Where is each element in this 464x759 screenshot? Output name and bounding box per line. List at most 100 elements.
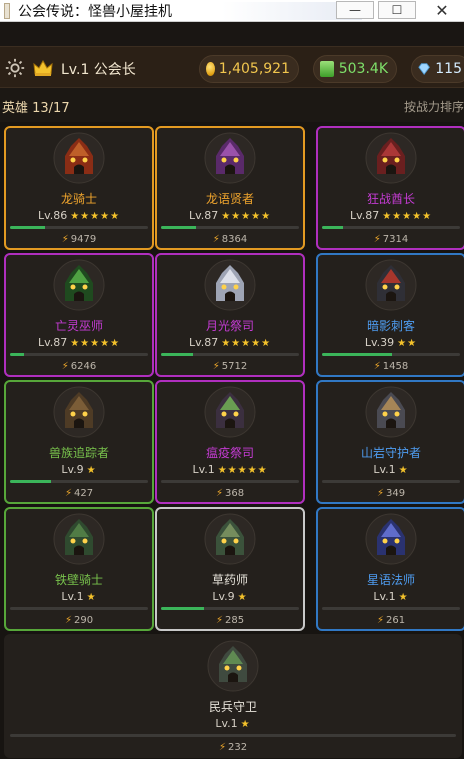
diamond-icon bbox=[418, 63, 430, 75]
exp-progress-bar bbox=[322, 480, 460, 483]
hero-power: ⚡ 1458 bbox=[318, 361, 464, 372]
star-rating-icon: ★★★★★ bbox=[221, 338, 272, 349]
green-gem-icon bbox=[320, 61, 334, 77]
hero-name: 山岩守护者 bbox=[360, 446, 421, 460]
star-rating-icon: ★★★★★ bbox=[217, 465, 268, 476]
hero-level: Lv.87 ★★★★★ bbox=[318, 209, 464, 222]
hero-card[interactable]: 狂战酋长 Lv.87 ★★★★★ ⚡ 7314 bbox=[316, 126, 464, 250]
app-icon bbox=[4, 2, 10, 19]
hero-level-text: Lv.1 bbox=[373, 590, 396, 603]
hero-power-value: 368 bbox=[224, 488, 245, 499]
hero-name: 月光祭司 bbox=[205, 319, 254, 333]
hero-card[interactable]: 兽族追踪者 Lv.9 ★ ⚡ 427 bbox=[4, 380, 154, 504]
hero-level: Lv.86 ★★★★★ bbox=[6, 209, 152, 222]
window-title: 公会传说：怪兽小屋挂机 bbox=[18, 3, 172, 20]
lightning-icon: ⚡ bbox=[64, 615, 72, 626]
hero-level-text: Lv.1 bbox=[61, 590, 84, 603]
hero-count: 英雄 13/17 bbox=[2, 101, 70, 116]
hero-level: Lv.87 ★★★★★ bbox=[6, 336, 152, 349]
hero-power-value: 7314 bbox=[382, 234, 409, 245]
hero-card[interactable]: 星语法师 Lv.1 ★ ⚡ 261 bbox=[316, 507, 464, 631]
hero-card[interactable]: 龙语贤者 Lv.87 ★★★★★ ⚡ 8364 bbox=[155, 126, 305, 250]
hero-level-text: Lv.86 bbox=[37, 209, 68, 222]
hero-level: Lv.9 ★ bbox=[6, 463, 152, 476]
lightning-icon: ⚡ bbox=[212, 234, 220, 245]
hero-level-text: Lv.9 bbox=[61, 463, 84, 476]
hero-power: ⚡ 5712 bbox=[157, 361, 303, 372]
window-controls: — ☐ ✕ bbox=[332, 0, 464, 22]
hero-card[interactable]: 月光祭司 Lv.87 ★★★★★ ⚡ 5712 bbox=[155, 253, 305, 377]
exp-progress-bar bbox=[161, 226, 299, 229]
exp-progress-bar bbox=[10, 480, 148, 483]
hero-level: Lv.87 ★★★★★ bbox=[157, 336, 303, 349]
lightning-icon: ⚡ bbox=[376, 615, 384, 626]
hero-card[interactable]: 山岩守护者 Lv.1 ★ ⚡ 349 bbox=[316, 380, 464, 504]
lightning-icon: ⚡ bbox=[215, 615, 223, 626]
hero-power: ⚡ 368 bbox=[157, 488, 303, 499]
lightning-icon: ⚡ bbox=[373, 234, 381, 245]
lightning-icon: ⚡ bbox=[64, 488, 72, 499]
hero-name: 亡灵巫师 bbox=[54, 319, 103, 333]
lightning-icon: ⚡ bbox=[373, 361, 381, 372]
hero-card[interactable]: 龙骑士 Lv.86 ★★★★★ ⚡ 9479 bbox=[4, 126, 154, 250]
exp-progress-fill bbox=[161, 226, 196, 229]
herb-house-portrait-icon bbox=[204, 513, 256, 565]
stone-tower-house-portrait-icon bbox=[365, 386, 417, 438]
lightning-icon: ⚡ bbox=[218, 742, 226, 753]
gear-icon[interactable] bbox=[4, 57, 26, 79]
hero-name: 铁壁骑士 bbox=[54, 573, 103, 587]
hero-level: Lv.1 ★ bbox=[318, 590, 464, 603]
sort-by-power-button[interactable]: 按战力排序 bbox=[404, 98, 464, 115]
hero-name: 星语法师 bbox=[366, 573, 415, 587]
star-rating-icon: ★ bbox=[398, 592, 409, 603]
red-orc-house-portrait-icon bbox=[365, 132, 417, 184]
hero-power-value: 285 bbox=[224, 615, 245, 626]
exp-progress-bar bbox=[161, 480, 299, 483]
hero-card[interactable]: 暗影刺客 Lv.39 ★★ ⚡ 1458 bbox=[316, 253, 464, 377]
hero-name: 暗影刺客 bbox=[366, 319, 415, 333]
exp-progress-fill bbox=[322, 226, 343, 229]
hero-name: 龙骑士 bbox=[60, 192, 97, 206]
gold-counter[interactable]: 1,405,921 bbox=[199, 55, 299, 83]
hero-power: ⚡ 8364 bbox=[157, 234, 303, 245]
hero-level-text: Lv.87 bbox=[349, 209, 380, 222]
dark-red-eye-house-portrait-icon bbox=[365, 259, 417, 311]
hero-card[interactable]: 铁壁骑士 Lv.1 ★ ⚡ 290 bbox=[4, 507, 154, 631]
hero-power-value: 261 bbox=[385, 615, 406, 626]
hero-power: ⚡ 285 bbox=[157, 615, 303, 626]
hero-name: 草药师 bbox=[211, 573, 248, 587]
green-value: 503.4K bbox=[338, 61, 388, 77]
hero-power-value: 5712 bbox=[221, 361, 248, 372]
hero-power-value: 1458 bbox=[382, 361, 409, 372]
hero-power: ⚡ 261 bbox=[318, 615, 464, 626]
hero-card[interactable]: 瘟疫祭司 Lv.1 ★★★★★ ⚡ 368 bbox=[155, 380, 305, 504]
maximize-button[interactable]: ☐ bbox=[378, 1, 416, 19]
hero-card[interactable]: 草药师 Lv.9 ★ ⚡ 285 bbox=[155, 507, 305, 631]
hero-power-value: 8364 bbox=[221, 234, 248, 245]
green-counter[interactable]: 503.4K bbox=[313, 55, 397, 83]
hero-card[interactable]: 亡灵巫师 Lv.87 ★★★★★ ⚡ 6246 bbox=[4, 253, 154, 377]
hero-card[interactable]: 民兵守卫 Lv.1 ★ ⚡ 232 bbox=[4, 634, 462, 758]
hero-power-value: 6246 bbox=[70, 361, 97, 372]
exp-progress-bar bbox=[10, 734, 456, 737]
diamond-value: 115 bbox=[435, 61, 462, 77]
red-dragon-house-portrait-icon bbox=[53, 132, 105, 184]
close-button[interactable]: ✕ bbox=[420, 1, 464, 20]
green-guard-house-portrait-icon bbox=[207, 640, 259, 692]
hero-power: ⚡ 232 bbox=[6, 742, 460, 753]
hero-level: Lv.9 ★ bbox=[157, 590, 303, 603]
hero-name: 民兵守卫 bbox=[208, 700, 257, 714]
hero-name: 龙语贤者 bbox=[205, 192, 254, 206]
star-rating-icon: ★★ bbox=[397, 338, 418, 349]
hero-power-value: 9479 bbox=[70, 234, 97, 245]
diamond-counter[interactable]: 115 bbox=[411, 55, 464, 83]
hero-power: ⚡ 6246 bbox=[6, 361, 152, 372]
star-rating-icon: ★ bbox=[398, 465, 409, 476]
exp-progress-bar bbox=[322, 226, 460, 229]
hero-power: ⚡ 349 bbox=[318, 488, 464, 499]
hero-level-text: Lv.39 bbox=[364, 336, 395, 349]
top-status-bar: Lv.1 公会长 1,405,921 503.4K 115 bbox=[0, 46, 464, 88]
hero-power: ⚡ 427 bbox=[6, 488, 152, 499]
exp-progress-bar bbox=[322, 353, 460, 356]
minimize-button[interactable]: — bbox=[336, 1, 374, 19]
